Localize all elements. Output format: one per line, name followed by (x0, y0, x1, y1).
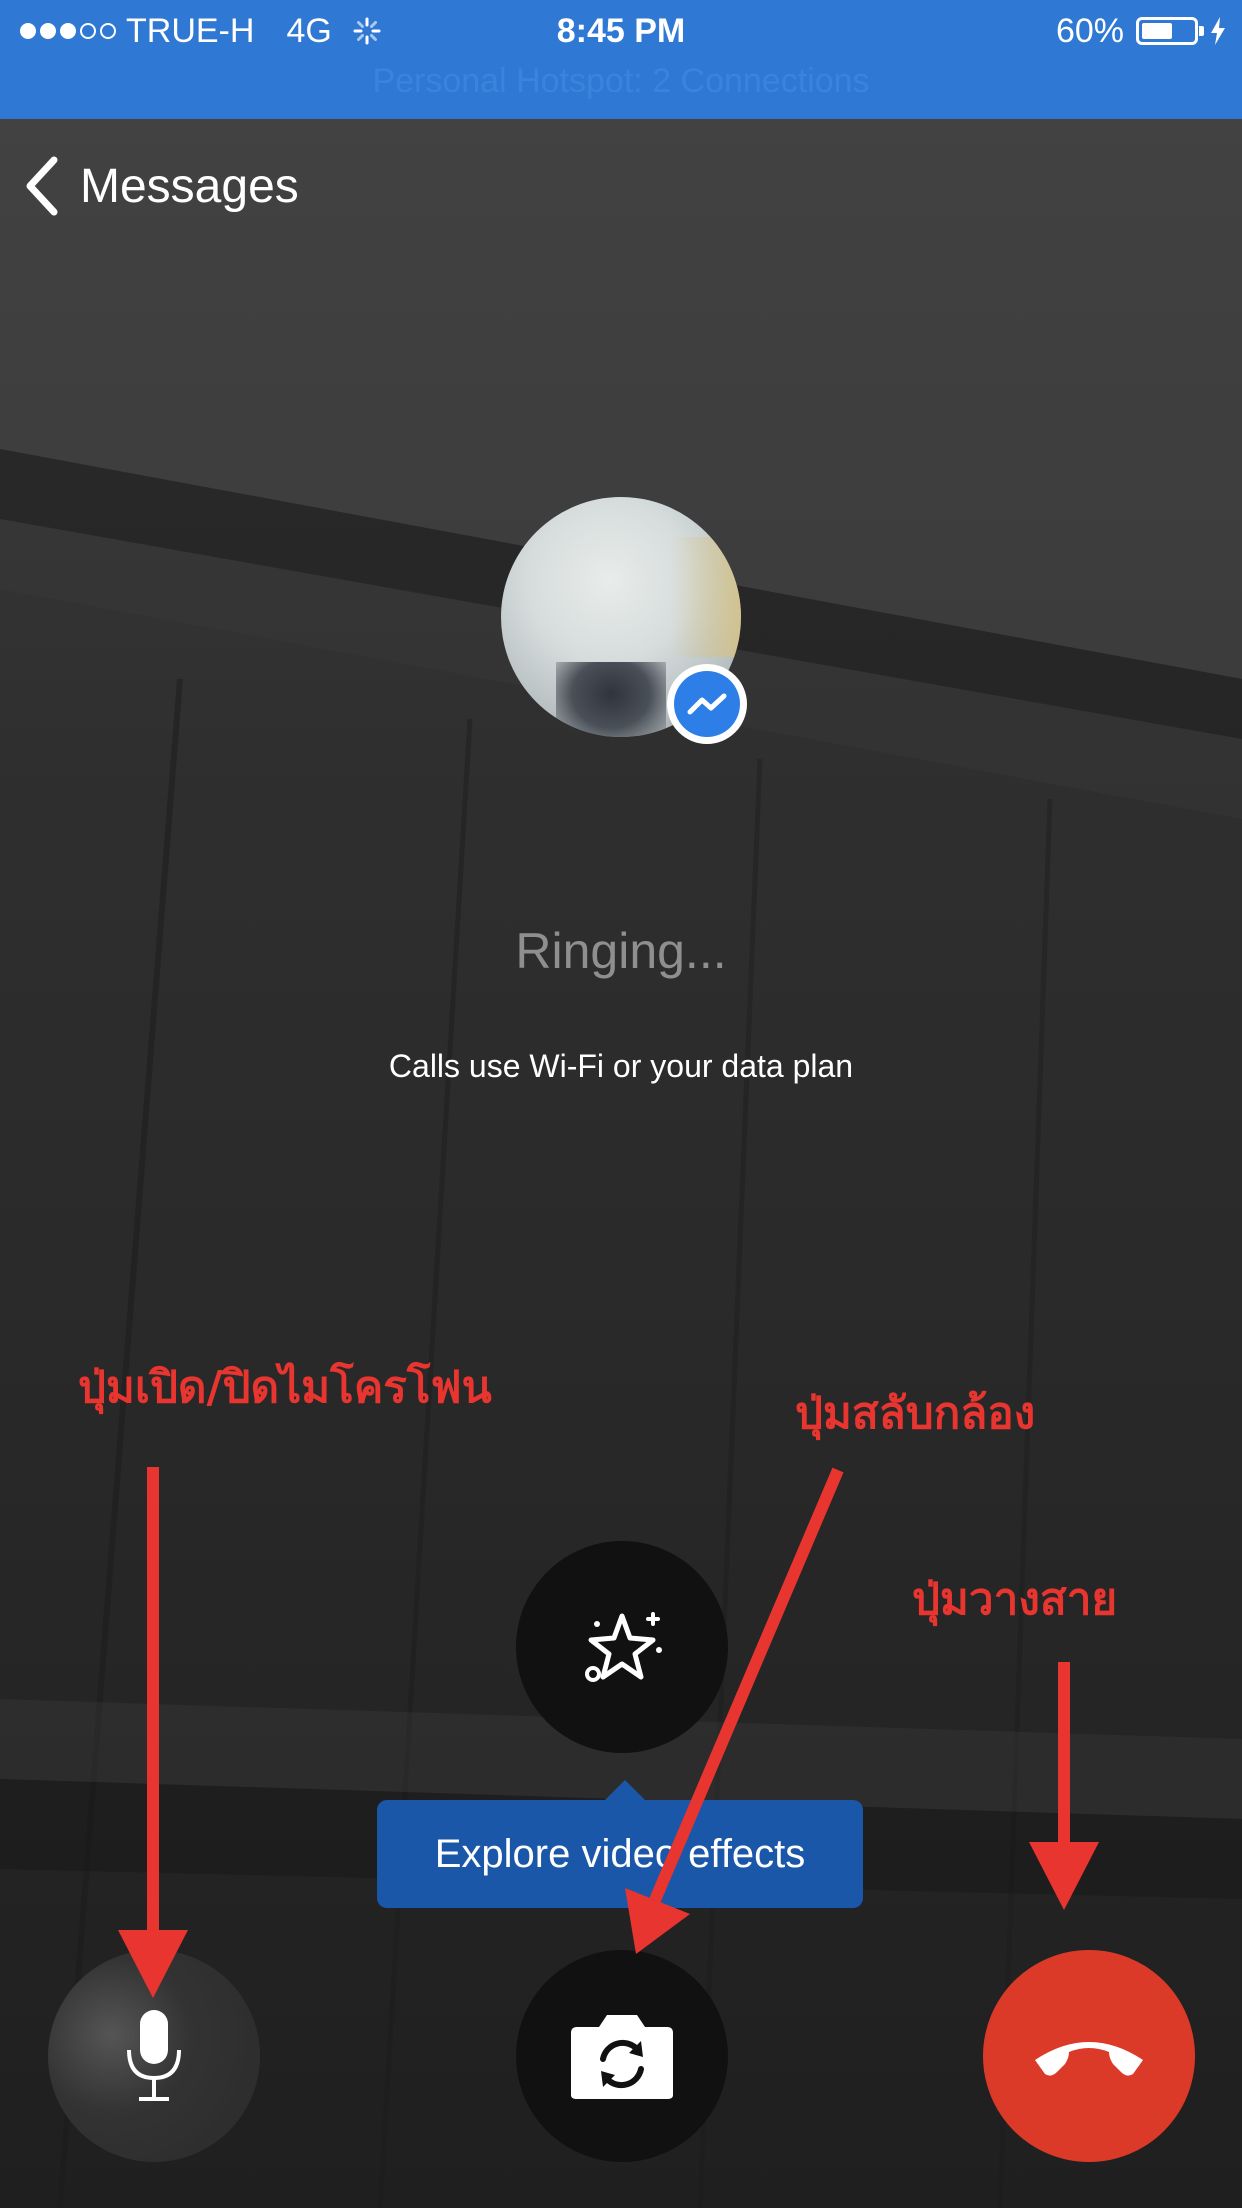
charging-bolt-icon (1211, 17, 1225, 45)
status-right: 60% (1056, 6, 1226, 56)
battery-icon (1136, 17, 1204, 45)
sparkle-star-icon (585, 1612, 662, 1682)
call-status: Ringing... (515, 923, 727, 979)
microphone-toggle-button[interactable] (48, 1950, 260, 2162)
messenger-icon (687, 693, 727, 715)
phone-hangup-icon (1035, 2042, 1143, 2076)
back-label: Messages (80, 159, 299, 213)
tooltip-text: Explore video effects (434, 1831, 806, 1876)
call-info-text: Calls use Wi-Fi or your data plan (388, 1048, 854, 1084)
messenger-badge (667, 664, 747, 744)
flip-camera-button[interactable] (516, 1950, 728, 2162)
chevron-left-icon (26, 156, 58, 216)
hotspot-banner[interactable]: Personal Hotspot: 2 Connections (0, 62, 1242, 101)
end-call-button[interactable] (983, 1950, 1195, 2162)
status-bar: TRUE-H 4G 8:45 PM 60% Personal Hotspot: … (0, 0, 1242, 119)
annotation-end-call: ปุ่มวางสาย (912, 1574, 1118, 1625)
annotation-flip-camera: ปุ่มสลับกล้อง (795, 1388, 1036, 1439)
annotation-mic: ปุ่มเปิด/ปิดไมโครโฟน (78, 1362, 492, 1413)
video-effects-tooltip[interactable]: Explore video effects (377, 1780, 863, 1908)
video-effects-button[interactable] (516, 1541, 728, 1753)
camera-flip-icon (571, 2015, 673, 2099)
microphone-icon (127, 2010, 181, 2101)
back-to-messages-button[interactable]: Messages (22, 150, 299, 222)
battery-percent: 60% (1055, 11, 1124, 50)
